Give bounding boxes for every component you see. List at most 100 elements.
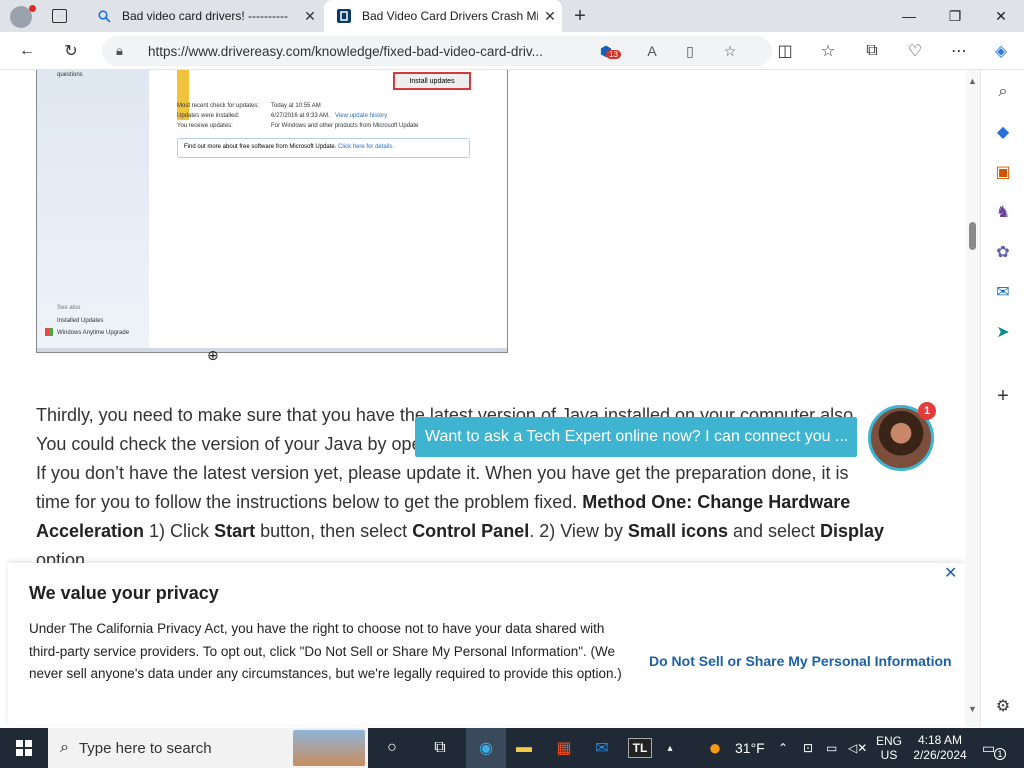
settings-gear-icon[interactable]: ⚙: [991, 694, 1015, 718]
see-also-label: See also: [57, 305, 81, 311]
row-value: 6/27/2016 at 9:33 AM.: [271, 113, 330, 119]
address-bar[interactable]: 🔒︎ https://www.drivereasy.com/knowledge/…: [102, 36, 772, 66]
shopping-tag-icon[interactable]: ◆: [991, 120, 1015, 144]
copilot-icon[interactable]: ◈: [986, 36, 1016, 66]
chat-prompt[interactable]: Want to ask a Tech Expert online now? I …: [415, 417, 857, 457]
row-label: You receive updates:: [177, 123, 233, 129]
region-code: US: [880, 748, 898, 762]
tl-app-icon[interactable]: TL: [622, 728, 658, 768]
article-text: button, then select: [255, 521, 413, 541]
cortana-icon[interactable]: ○: [372, 728, 412, 768]
split-screen-icon[interactable]: ◫: [770, 36, 800, 66]
article-text: 1) Click: [144, 521, 215, 541]
network-icon[interactable]: ▭: [826, 728, 837, 768]
row-label: Updates were installed:: [177, 113, 240, 119]
games-chess-icon[interactable]: ♞: [991, 200, 1015, 224]
notification-center-icon[interactable]: ▭: [982, 728, 995, 768]
scrollbar-thumb[interactable]: [969, 222, 976, 250]
article-bold: Acceleration: [36, 521, 145, 541]
outlook-icon[interactable]: ✉: [991, 280, 1015, 304]
mail-icon[interactable]: ✉: [584, 728, 620, 768]
close-window-icon[interactable]: ✕: [978, 0, 1024, 32]
task-view-icon[interactable]: ⧉: [420, 728, 460, 768]
screenshot-image: questions Install updates Most recent ch…: [36, 70, 508, 353]
search-icon[interactable]: ⌕: [991, 80, 1015, 104]
screenshot-left-panel: [37, 70, 149, 350]
zoom-in-cursor-icon: ⊕: [207, 347, 219, 363]
tl-app-label: TL: [627, 738, 653, 758]
notification-count: 1: [994, 748, 1006, 760]
article-line: If you don’t have the latest version yet…: [36, 463, 849, 483]
article-line: Acceleration 1) Click Start button, then…: [36, 517, 884, 546]
weather-temp[interactable]: 31°F: [735, 728, 765, 768]
windows-start-icon[interactable]: [0, 728, 48, 768]
favorite-star-icon[interactable]: ☆: [720, 42, 740, 60]
article-bold: Start: [214, 521, 256, 541]
new-tab-icon[interactable]: +: [569, 5, 591, 27]
search-icon: [96, 8, 112, 24]
back-icon[interactable]: ←: [12, 36, 42, 66]
scroll-up-arrow-icon[interactable]: ▲: [968, 76, 977, 86]
lock-icon: 🔒︎: [116, 43, 123, 58]
file-explorer-icon[interactable]: ▬: [506, 728, 542, 768]
windows-taskbar: ⌕ Type here to search ○ ⧉ ◉ ▬ ▦ ✉ TL ▴ ●…: [0, 728, 1024, 768]
method-one-heading: Method One: Change Hardware: [582, 492, 851, 512]
close-icon[interactable]: ✕: [944, 563, 957, 583]
tab-active[interactable]: Bad Video Card Drivers Crash Mi ✕: [324, 0, 562, 32]
chat-notification-badge: 1: [918, 402, 936, 420]
onedrive-icon[interactable]: ⊡: [803, 728, 813, 768]
article-bold: Control Panel: [412, 521, 530, 541]
volume-muted-icon[interactable]: ◁✕: [848, 728, 867, 768]
search-icon: ⌕: [60, 739, 69, 756]
performance-icon[interactable]: ♡: [900, 36, 930, 66]
close-tab-icon[interactable]: ✕: [298, 8, 322, 25]
row-link: View update history: [335, 113, 388, 119]
tab-title: Bad Video Card Drivers Crash Mi: [362, 9, 538, 23]
taskbar-search-box[interactable]: ⌕ Type here to search: [48, 728, 368, 768]
minimize-icon[interactable]: —: [886, 0, 932, 32]
more-menu-icon[interactable]: ⋯: [944, 36, 974, 66]
search-highlight-image: [293, 730, 365, 766]
tab-bar: Bad video card drivers! ---------- ✕ Bad…: [0, 0, 1024, 32]
taskbar-scroll-icon[interactable]: ▴: [662, 728, 678, 768]
edge-taskbar-icon[interactable]: ◉: [466, 728, 506, 768]
refresh-icon[interactable]: ↻: [56, 36, 86, 66]
add-icon[interactable]: +: [991, 384, 1015, 408]
language-indicator[interactable]: ENG US: [876, 728, 902, 768]
privacy-body: Under The California Privacy Act, you ha…: [29, 621, 622, 681]
edge-sidebar: ⌕ ◆ ▣ ♞ ✿ ✉ ➤ + ⚙: [980, 70, 1024, 727]
clock-time: 4:18 AM: [917, 733, 963, 747]
screenshot-left-text: questions: [57, 72, 83, 78]
microsoft365-icon[interactable]: ✿: [991, 240, 1015, 264]
scroll-down-arrow-icon[interactable]: ▼: [968, 704, 977, 714]
install-updates-button: Install updates: [393, 72, 471, 90]
restore-icon[interactable]: ❐: [932, 0, 978, 32]
page-scrollbar[interactable]: ▲ ▼: [966, 70, 980, 727]
language-code: ENG: [876, 734, 903, 748]
extension-badge: 13: [606, 50, 621, 59]
row-value: For Windows and other products from Micr…: [271, 123, 419, 129]
web-page: questions Install updates Most recent ch…: [0, 70, 966, 727]
tab-actions-icon[interactable]: [52, 9, 67, 23]
tab-title: Bad video card drivers! ----------: [122, 9, 289, 23]
collections-icon[interactable]: ⧉: [857, 36, 887, 66]
article-line: time for you to follow the instructions …: [36, 488, 866, 517]
privacy-banner: ✕ We value your privacy Under The Califo…: [8, 563, 965, 725]
send-icon[interactable]: ➤: [991, 320, 1015, 344]
microsoft-store-icon[interactable]: ▦: [546, 728, 582, 768]
favorites-icon[interactable]: ☆: [813, 36, 843, 66]
drivereasy-icon: [336, 8, 352, 24]
profile-notification-dot: [29, 5, 36, 12]
row-value: Today at 10:55 AM: [271, 103, 321, 109]
read-aloud-icon[interactable]: A: [642, 42, 662, 60]
anytime-upgrade-link: Windows Anytime Upgrade: [57, 330, 130, 336]
installed-updates-link: Installed Updates: [57, 318, 104, 324]
immersive-reader-icon[interactable]: ▯: [680, 42, 700, 60]
do-not-sell-link[interactable]: Do Not Sell or Share My Personal Informa…: [649, 653, 952, 669]
article-text: . 2) View by: [529, 521, 628, 541]
close-tab-icon[interactable]: ✕: [538, 8, 562, 25]
show-hidden-icons[interactable]: ⌃: [778, 728, 788, 768]
clock[interactable]: 4:18 AM 2/26/2024: [912, 728, 968, 768]
tools-briefcase-icon[interactable]: ▣: [991, 160, 1015, 184]
tab-inactive[interactable]: Bad video card drivers! ---------- ✕: [84, 0, 322, 32]
